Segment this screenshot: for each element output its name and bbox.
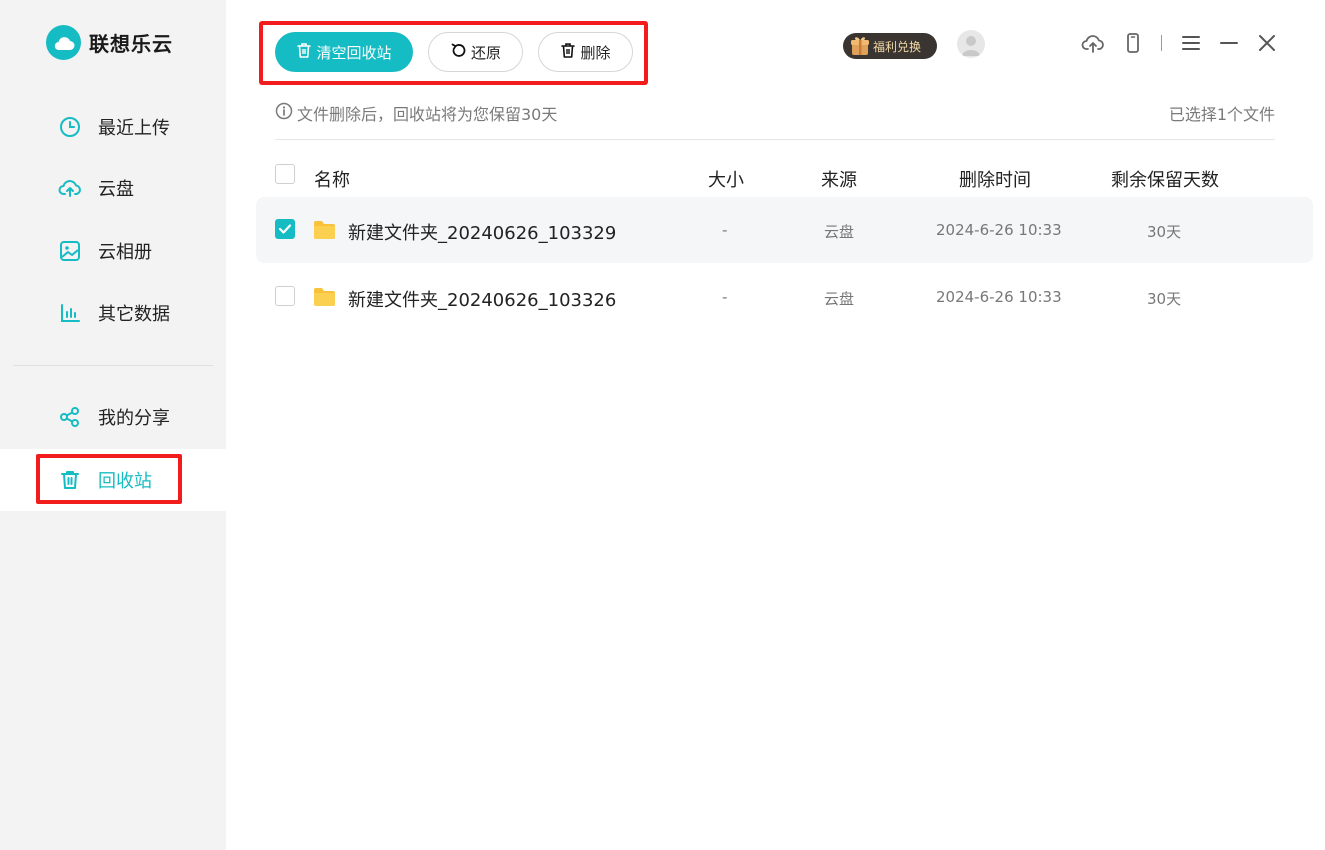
restore-label: 还原 — [470, 43, 501, 62]
avatar[interactable] — [957, 30, 985, 58]
gift-box-icon — [849, 35, 871, 57]
delete-label: 删除 — [580, 43, 611, 62]
trash-icon — [58, 468, 82, 492]
column-header-remaining-days[interactable]: 剩余保留天数 — [1111, 166, 1219, 192]
sidebar-item-cloud-album[interactable]: 云相册 — [0, 220, 226, 282]
remaining-days: 30天 — [1147, 290, 1182, 308]
file-name[interactable]: 新建文件夹_20240626_103326 — [348, 286, 616, 312]
file-source: 云盘 — [824, 290, 855, 308]
column-header-deleted-time[interactable]: 删除时间 — [959, 166, 1031, 192]
empty-recycle-bin-button[interactable]: 清空回收站 — [275, 32, 413, 72]
deleted-time: 2024-6-26 10:33 — [936, 288, 1062, 306]
sidebar-item-recycle-bin[interactable]: 回收站 — [0, 449, 226, 511]
selected-count: 已选择1个文件 — [1168, 105, 1275, 124]
menu-icon[interactable] — [1179, 31, 1203, 55]
upload-cloud-icon[interactable] — [1081, 31, 1105, 55]
empty-recycle-bin-label: 清空回收站 — [316, 43, 392, 62]
sidebar-item-label: 云盘 — [98, 179, 134, 200]
column-header-source[interactable]: 来源 — [821, 166, 857, 192]
folder-icon — [313, 285, 336, 308]
retention-notice: 文件删除后，回收站将为您保留30天 — [275, 101, 557, 125]
select-all-checkbox[interactable] — [275, 164, 295, 184]
sidebar-item-my-shares[interactable]: 我的分享 — [0, 386, 226, 448]
clock-icon — [58, 115, 82, 139]
row-checkbox[interactable] — [275, 219, 295, 239]
cloud-logo-icon — [46, 25, 81, 60]
row-checkbox[interactable] — [275, 286, 295, 306]
share-icon — [58, 405, 82, 429]
image-icon — [58, 239, 82, 263]
file-name[interactable]: 新建文件夹_20240626_103329 — [348, 219, 616, 245]
app-name: 联想乐云 — [89, 32, 173, 56]
close-icon[interactable] — [1255, 31, 1279, 55]
sidebar-item-cloud-drive[interactable]: 云盘 — [0, 157, 226, 219]
divider — [275, 139, 1275, 140]
rewards-badge-button[interactable]: 福利兑换 — [843, 33, 937, 59]
column-header-name[interactable]: 名称 — [314, 166, 350, 192]
app-window: 联想乐云 最近上传 云盘 云相册 其它数据 我的分享 回收站 清空回收站 还原 … — [0, 0, 1325, 850]
cloud-upload-icon — [58, 176, 82, 200]
file-source: 云盘 — [824, 223, 855, 241]
phone-icon[interactable] — [1121, 31, 1145, 55]
sidebar-item-label: 其它数据 — [98, 304, 170, 325]
restore-icon — [450, 42, 467, 63]
sidebar: 联想乐云 最近上传 云盘 云相册 其它数据 我的分享 回收站 — [0, 0, 226, 850]
restore-button[interactable]: 还原 — [428, 32, 523, 72]
sidebar-item-recent-uploads[interactable]: 最近上传 — [0, 96, 226, 158]
info-icon — [275, 102, 293, 124]
sidebar-item-label: 云相册 — [98, 242, 152, 263]
file-size: - — [722, 221, 728, 239]
rewards-badge-label: 福利兑换 — [873, 39, 922, 54]
app-logo: 联想乐云 — [46, 25, 173, 60]
bar-chart-icon — [58, 301, 82, 325]
sidebar-item-label: 回收站 — [98, 471, 152, 492]
column-header-size[interactable]: 大小 — [708, 166, 744, 192]
folder-icon — [313, 218, 336, 241]
trash-icon — [560, 42, 576, 63]
minimize-icon[interactable] — [1217, 31, 1241, 55]
sidebar-item-label: 最近上传 — [98, 118, 170, 139]
sidebar-item-label: 我的分享 — [98, 408, 170, 429]
remaining-days: 30天 — [1147, 223, 1182, 241]
deleted-time: 2024-6-26 10:33 — [936, 221, 1062, 239]
sidebar-item-other-data[interactable]: 其它数据 — [0, 282, 226, 344]
retention-notice-text: 文件删除后，回收站将为您保留30天 — [297, 105, 558, 124]
header-separator — [1161, 35, 1162, 51]
trash-icon — [296, 42, 312, 63]
file-size: - — [722, 288, 728, 306]
delete-button[interactable]: 删除 — [538, 32, 633, 72]
sidebar-divider — [13, 365, 213, 366]
